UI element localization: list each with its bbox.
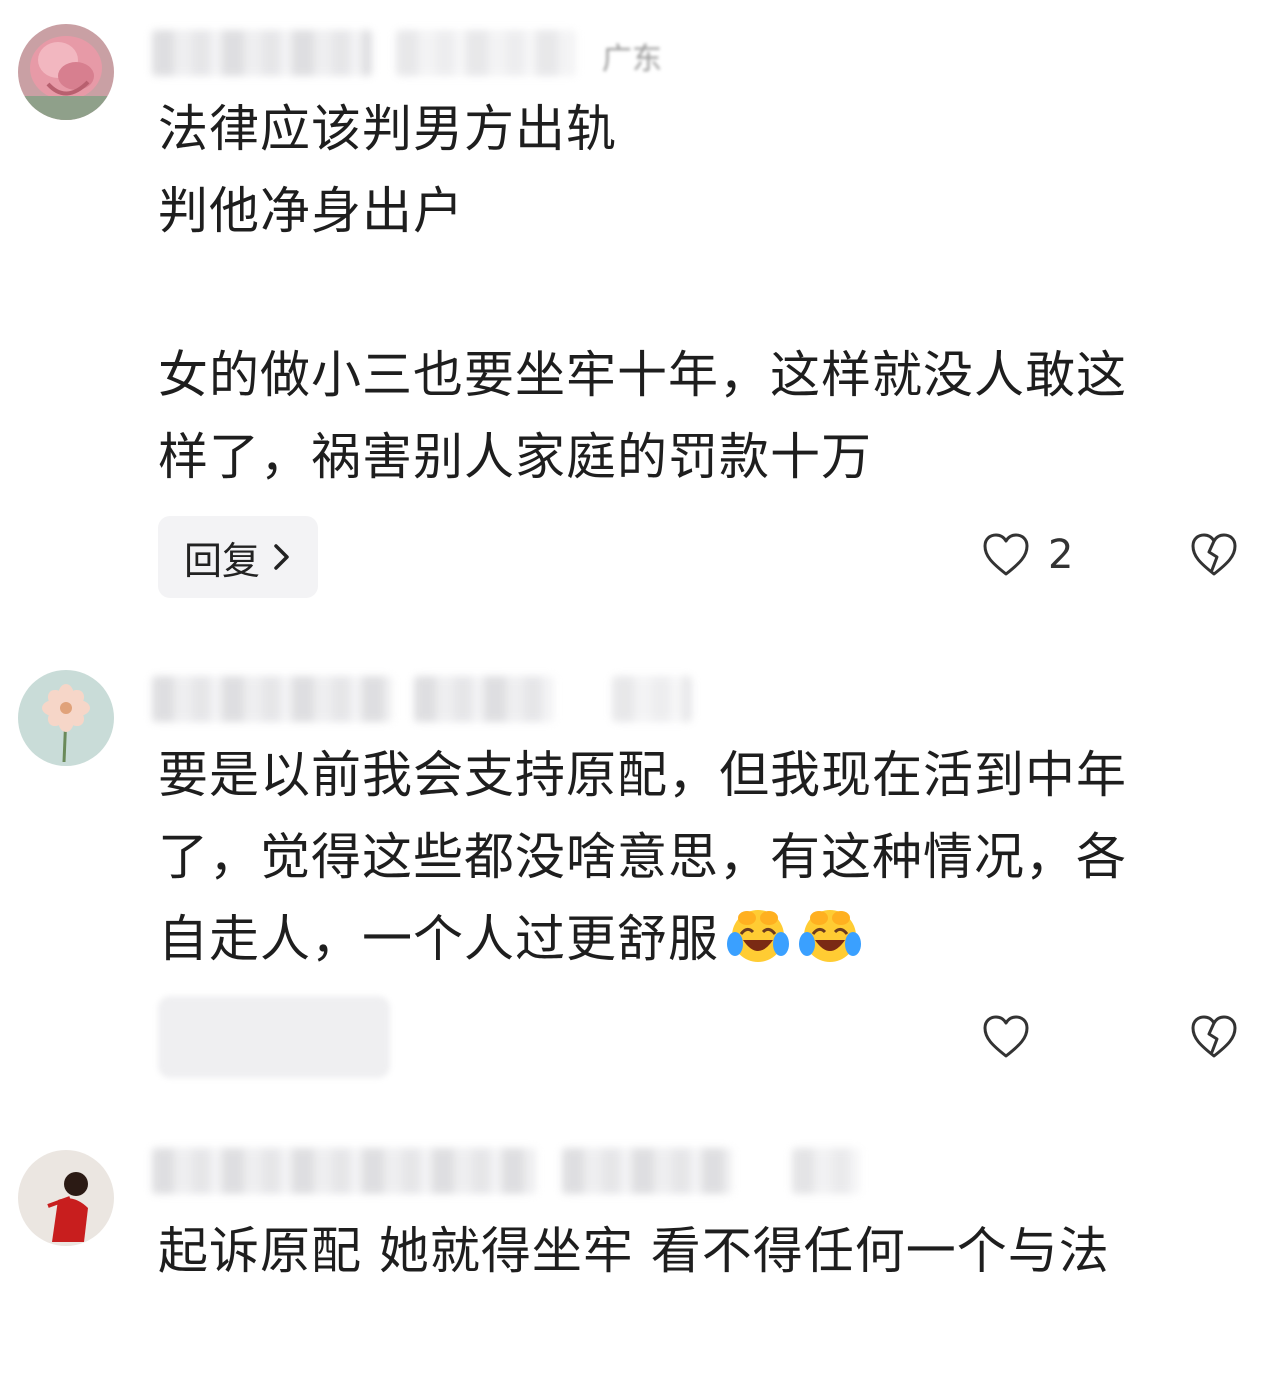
- comment-line: 要是以前我会支持原配，但我现在活到中年: [158, 746, 1127, 804]
- heart-icon: [983, 1015, 1029, 1058]
- heart-icon: [983, 533, 1029, 576]
- comment-line: 了，觉得这些都没啥意思，有这种情况，各: [158, 828, 1127, 886]
- laugh-cry-emoji: [797, 904, 863, 964]
- comment-line-text: 自走人，一个人过更舒服: [158, 910, 719, 968]
- comment-item: 起诉原配 她就得坐牢 看不得任何一个与法: [0, 1120, 1280, 1382]
- comment-location: 广东: [602, 42, 662, 77]
- comment-line: 自走人，一个人过更舒服: [158, 898, 1248, 980]
- broken-heart-icon: [1191, 533, 1237, 576]
- rose-avatar-image: [18, 24, 114, 120]
- avatar[interactable]: [18, 1150, 114, 1246]
- comment-line: 起诉原配 她就得坐牢 看不得任何一个与法: [158, 1222, 1110, 1280]
- blurred-location: [612, 676, 692, 722]
- avatar[interactable]: [18, 670, 114, 766]
- comment-item: 广东 法律应该判男方出轨 判他净身出户 女的做小三也要坐牢十年，这样就没人敢这 …: [0, 0, 1280, 640]
- reply-label: 回复: [184, 538, 261, 583]
- dislike-button[interactable]: [1190, 1014, 1238, 1060]
- comment-text: 起诉原配 她就得坐牢 看不得任何一个与法: [158, 1210, 1248, 1292]
- dislike-button[interactable]: [1190, 532, 1238, 578]
- like-button[interactable]: 2: [982, 532, 1073, 578]
- blurred-timestamp: [562, 1148, 732, 1194]
- comment-meta: 广东: [152, 30, 712, 77]
- blurred-timestamp: [414, 676, 554, 722]
- comment-meta: [152, 676, 712, 722]
- comment-line: 判他净身出户: [158, 182, 464, 240]
- blurred-location: [792, 1148, 860, 1194]
- like-count: 2: [1048, 532, 1074, 578]
- comment-line: 法律应该判男方出轨: [158, 100, 617, 158]
- broken-heart-icon: [1191, 1015, 1237, 1058]
- blurred-timestamp: [396, 30, 576, 76]
- reply-button[interactable]: [158, 996, 390, 1078]
- comment-item: 要是以前我会支持原配，但我现在活到中年 了，觉得这些都没啥意思，有这种情况，各 …: [0, 640, 1280, 1120]
- comment-text: 法律应该判男方出轨 判他净身出户 女的做小三也要坐牢十年，这样就没人敢这 样了，…: [158, 88, 1248, 498]
- comment-meta: [152, 1148, 872, 1194]
- blurred-username: [152, 1148, 536, 1194]
- comment-line: 女的做小三也要坐牢十年，这样就没人敢这: [158, 346, 1127, 404]
- laugh-cry-emoji: [725, 904, 791, 964]
- reply-button[interactable]: 回复: [158, 516, 319, 598]
- comment-text: 要是以前我会支持原配，但我现在活到中年 了，觉得这些都没啥意思，有这种情况，各 …: [158, 734, 1248, 980]
- comment-line: 样了，祸害别人家庭的罚款十万: [158, 428, 872, 486]
- blurred-username: [152, 676, 392, 722]
- flower-avatar-image: [18, 670, 114, 766]
- empty-line: [158, 252, 1248, 334]
- chevron-right-icon: [274, 544, 289, 570]
- blurred-username: [152, 30, 372, 76]
- woman-avatar-image: [18, 1150, 114, 1246]
- avatar[interactable]: [18, 24, 114, 120]
- like-button[interactable]: [982, 1014, 1030, 1060]
